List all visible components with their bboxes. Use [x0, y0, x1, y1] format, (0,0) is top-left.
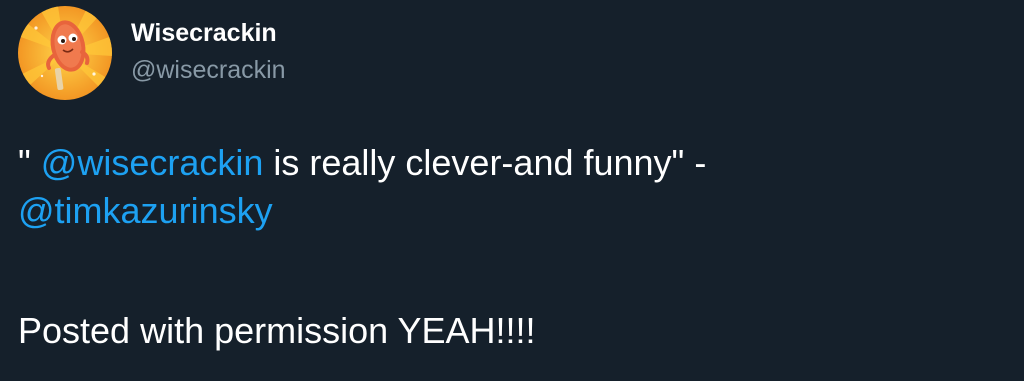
user-handle[interactable]: @wisecrackin [131, 55, 286, 85]
quote-prefix: " [18, 142, 41, 183]
mention-link[interactable]: @timkazurinsky [18, 190, 273, 231]
tweet-line-3: Posted with permission YEAH!!!! [18, 310, 536, 351]
display-name[interactable]: Wisecrackin [131, 18, 277, 48]
tweet-line-1: " @wisecrackin is really clever-and funn… [18, 139, 1008, 187]
mention-link[interactable]: @wisecrackin [41, 142, 264, 183]
tweet-text: " @wisecrackin is really clever-and funn… [18, 139, 1008, 355]
tweet-card: Wisecrackin @wisecrackin " @wisecrackin … [0, 0, 1024, 381]
tweet-line-2: @timkazurinsky [18, 187, 1008, 235]
corn-dog-icon [18, 6, 112, 100]
avatar[interactable] [18, 6, 112, 100]
quote-text: is really clever-and funny" - [263, 142, 707, 183]
